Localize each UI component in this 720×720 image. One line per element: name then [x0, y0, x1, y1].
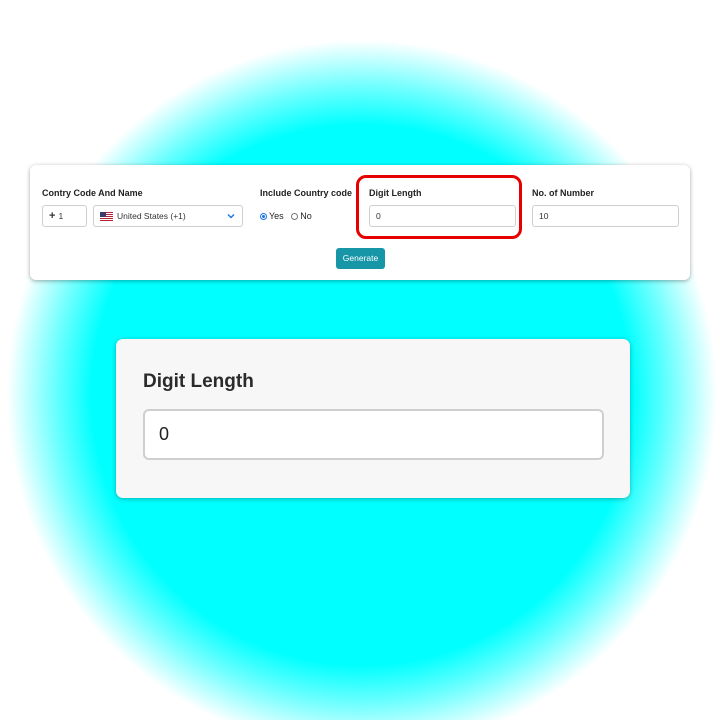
digit-length-highlight	[356, 175, 522, 239]
digit-length-zoom-card: Digit Length 0	[116, 339, 630, 498]
radio-yes-label: Yes	[269, 211, 284, 221]
radio-no[interactable]: No	[291, 211, 312, 221]
radio-no-label: No	[300, 211, 312, 221]
number-count-input[interactable]: 10	[532, 205, 679, 227]
zoom-digit-length-label: Digit Length	[143, 371, 254, 392]
zoom-digit-length-input[interactable]: 0	[143, 409, 604, 460]
radio-icon	[260, 213, 267, 221]
plus-sign: +	[49, 210, 56, 222]
country-select[interactable]: United States (+1)	[93, 205, 243, 227]
radio-icon	[291, 213, 299, 221]
number-count-label: No. of Number	[532, 188, 594, 198]
include-country-code-label: Include Country code	[260, 188, 353, 198]
country-code-value: 1	[58, 211, 64, 221]
radio-yes[interactable]: Yes	[260, 211, 284, 221]
country-code-input[interactable]: +1	[42, 205, 87, 227]
include-code-radio-group: Yes No	[260, 211, 312, 221]
country-code-label: Contry Code And Name	[42, 188, 143, 198]
generate-button[interactable]: Generate	[336, 248, 385, 269]
country-select-value: United States (+1)	[117, 211, 186, 221]
us-flag-icon	[100, 212, 113, 222]
chevron-down-icon	[227, 214, 235, 219]
